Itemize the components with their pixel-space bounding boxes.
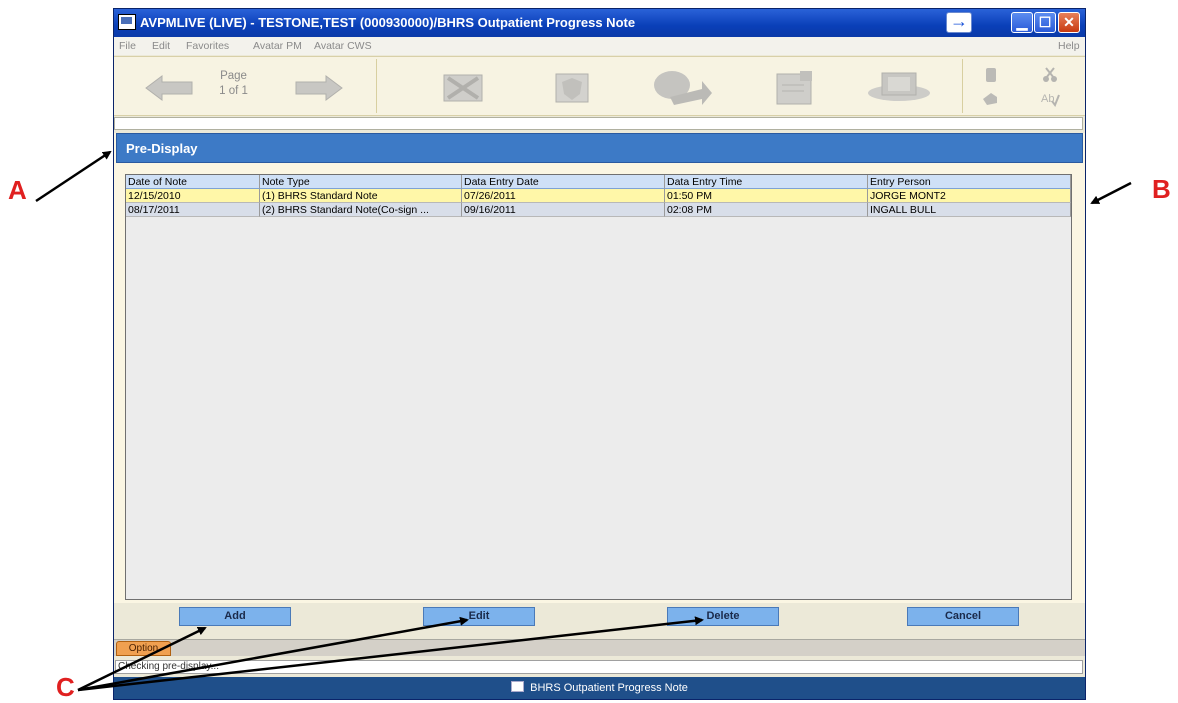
column-header[interactable]: Note Type [260,175,462,189]
column-header[interactable]: Data Entry Time [665,175,868,189]
table-cell: 07/26/2011 [462,189,665,203]
edit-button[interactable]: Edit [423,607,535,626]
annotation-label-b: B [1152,174,1171,204]
delete-x-icon[interactable] [442,73,484,103]
table-cell: 12/15/2010 [126,189,260,203]
form-icon [511,681,525,692]
menu-avatar-pm[interactable]: Avatar PM [253,40,302,52]
computer-icon[interactable] [866,69,932,107]
table-cell: (2) BHRS Standard Note(Co-sign ... [260,203,462,217]
option-tab[interactable]: Option [116,641,171,656]
next-page-icon[interactable] [294,74,344,102]
menu-file[interactable]: File [119,40,136,52]
cancel-button[interactable]: Cancel [907,607,1019,626]
menu-help[interactable]: Help [1058,40,1080,52]
annotation-arrow-a [35,150,112,203]
copy-icon[interactable] [983,66,999,84]
table-cell: 08/17/2011 [126,203,260,217]
panel-title: Pre-Display [116,133,1083,163]
annotation-label-a: A [8,175,27,205]
menu-avatar-cws[interactable]: Avatar CWS [314,40,372,52]
menu-edit[interactable]: Edit [152,40,170,52]
column-header[interactable]: Entry Person [868,175,1071,189]
add-button[interactable]: Add [179,607,291,626]
cut-icon[interactable] [1042,66,1058,84]
shield-icon[interactable] [554,72,590,104]
page-label: Page [220,70,247,82]
menu-favorites[interactable]: Favorites [186,40,229,52]
title-bar[interactable]: AVPMLIVE (LIVE) - TESTONE,TEST (00093000… [114,9,1085,37]
status-bar: Checking pre-display... [115,660,1083,674]
toolbar: Page 1 of 1 Ab [114,56,1085,116]
application-window: AVPMLIVE (LIVE) - TESTONE,TEST (00093000… [113,8,1086,700]
column-header[interactable]: Data Entry Date [462,175,665,189]
annotation-label-c: C [56,672,75,702]
annotation-arrow-b [1090,181,1132,205]
info-strip [114,117,1083,130]
page-count: 1 of 1 [219,85,248,97]
minimize-button[interactable]: ▁ [1011,12,1033,33]
table-cell: INGALL BULL [868,203,1071,217]
window-title: AVPMLIVE (LIVE) - TESTONE,TEST (00093000… [140,15,636,30]
column-header[interactable]: Date of Note [126,175,260,189]
table-row[interactable]: 12/15/2010 (1) BHRS Standard Note 07/26/… [126,189,1071,203]
delete-button[interactable]: Delete [667,607,779,626]
maximize-button[interactable]: ☐ [1034,12,1056,33]
grid-header-row: Date of Note Note Type Data Entry Date D… [126,175,1071,189]
table-cell: 01:50 PM [665,189,868,203]
table-cell: 02:08 PM [665,203,868,217]
taskbar[interactable]: BHRS Outpatient Progress Note [114,677,1085,699]
notes-grid: Date of Note Note Type Data Entry Date D… [125,174,1072,600]
page-indicator: Page 1 of 1 [211,69,256,99]
arrow-right-icon[interactable]: → [946,12,972,33]
close-button[interactable]: ✕ [1058,12,1080,33]
taskbar-label: BHRS Outpatient Progress Note [530,682,688,694]
table-cell: JORGE MONT2 [868,189,1071,203]
table-row[interactable]: 08/17/2011 (2) BHRS Standard Note(Co-sig… [126,203,1071,217]
pre-display-panel: Pre-Display Date of Note Note Type Data … [114,133,1085,603]
spell-check-icon[interactable]: Ab [1040,89,1060,107]
option-strip: Option [114,639,1085,656]
process-arrow-icon[interactable] [650,67,714,107]
paste-icon[interactable] [981,89,999,107]
document-icon[interactable] [774,69,816,107]
previous-page-icon[interactable] [144,74,194,102]
app-icon [118,14,136,30]
menu-bar: File Edit Favorites Avatar PM Avatar CWS… [114,37,1085,55]
table-cell: (1) BHRS Standard Note [260,189,462,203]
table-cell: 09/16/2011 [462,203,665,217]
